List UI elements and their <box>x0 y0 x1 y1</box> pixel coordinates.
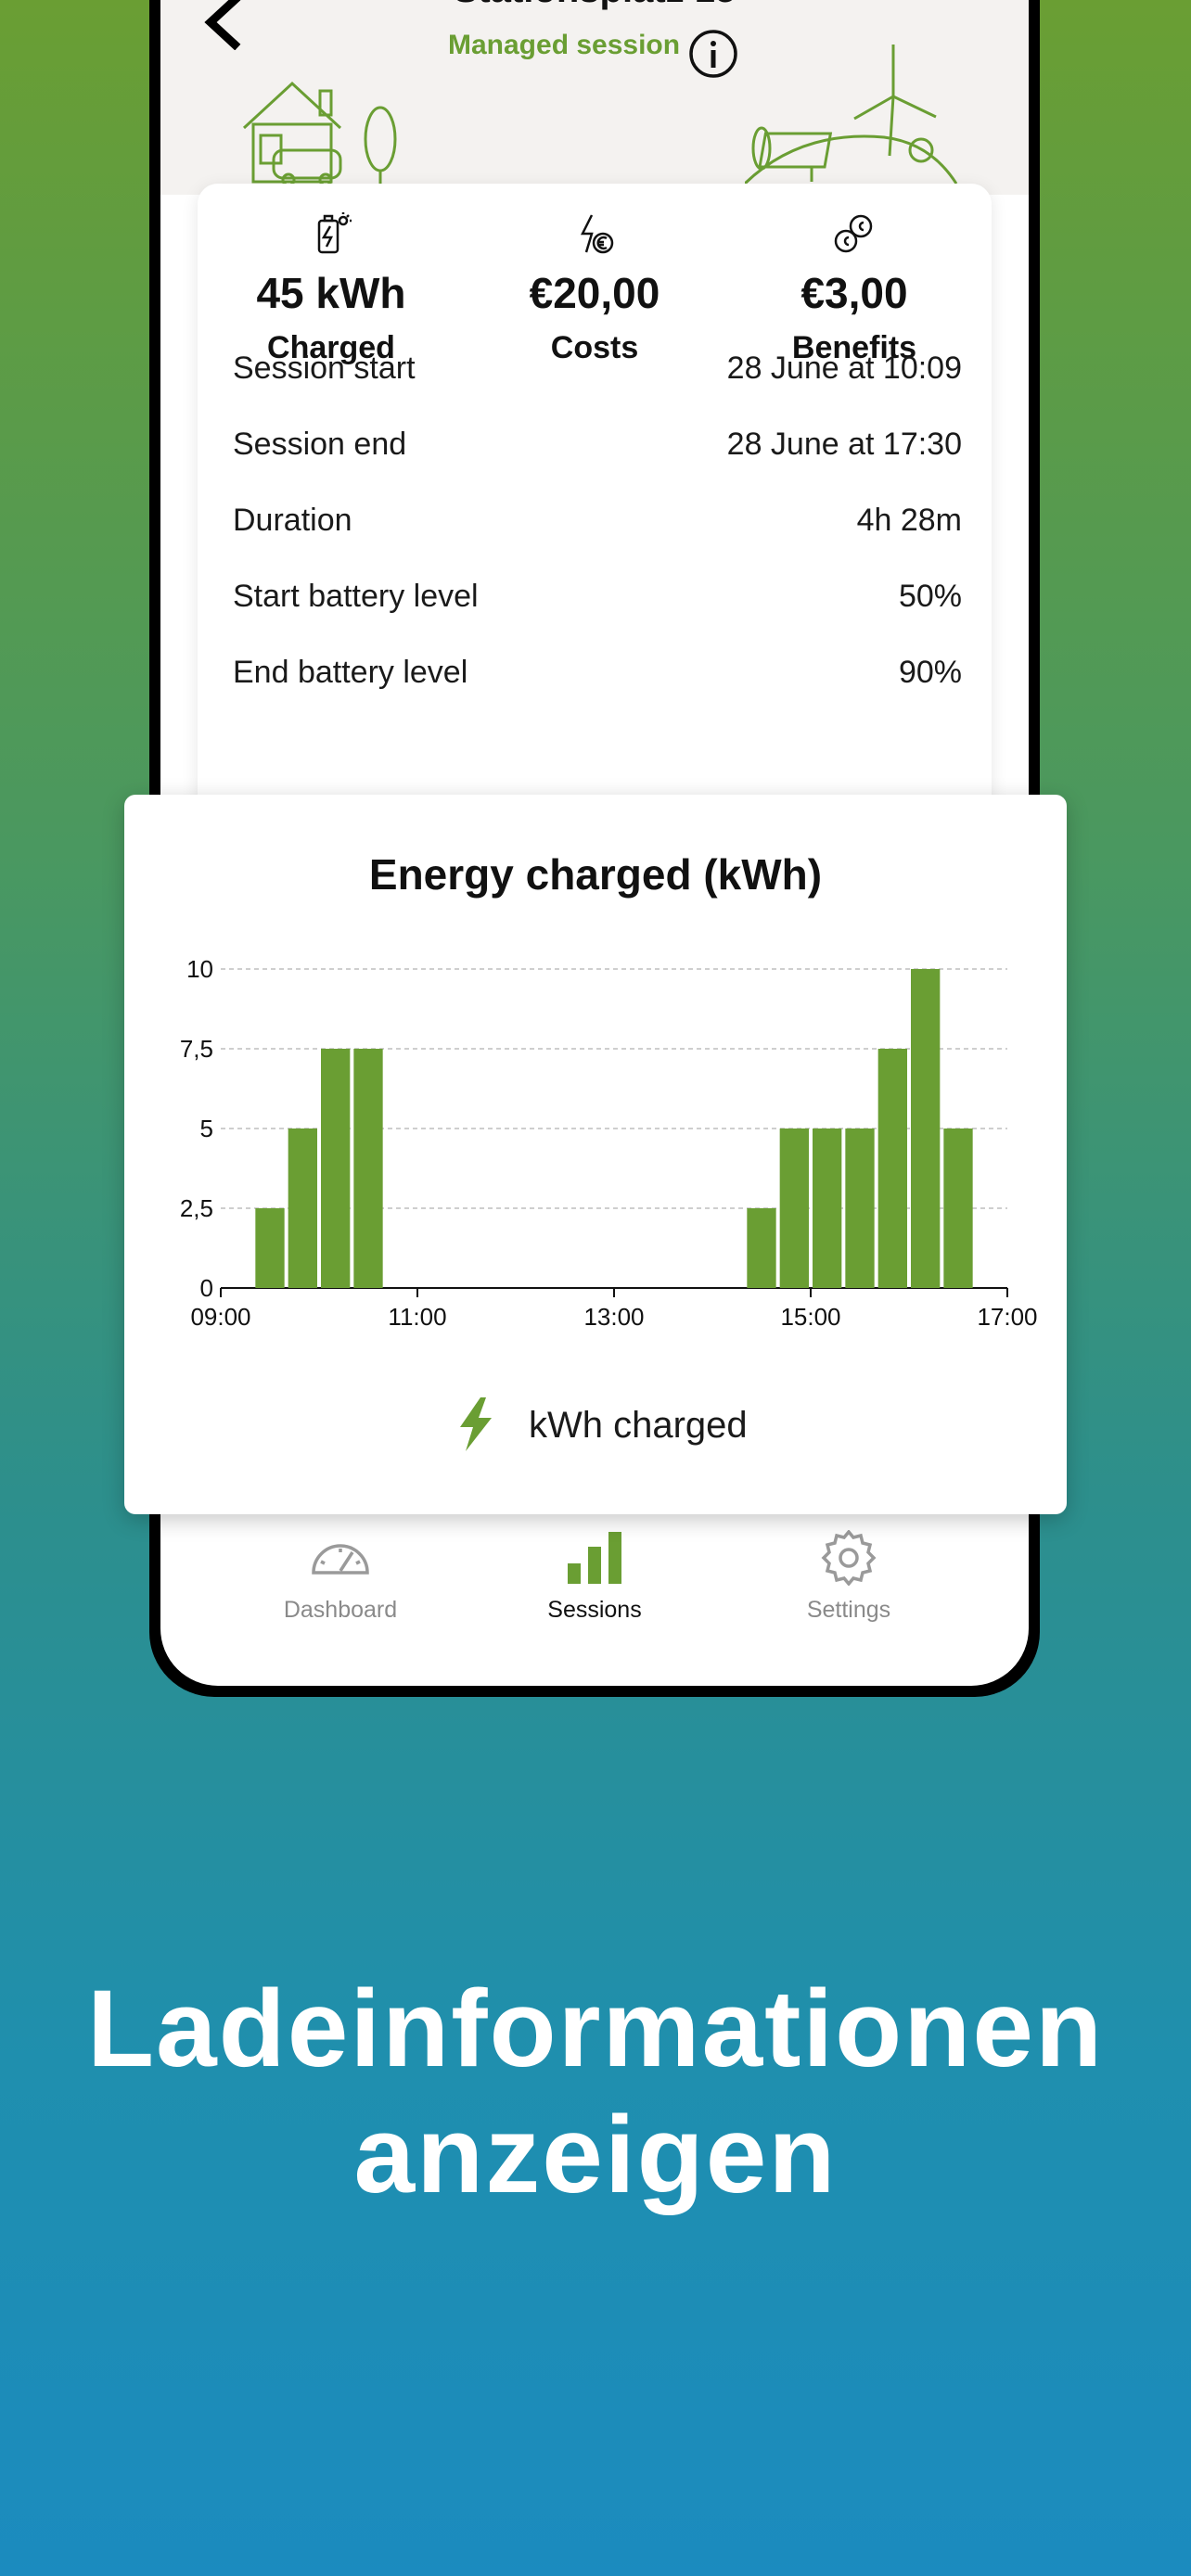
x-tick-label: 09:00 <box>190 1303 250 1331</box>
charged-value: 45 kWh <box>256 269 406 317</box>
detail-value: 28 June at 17:30 <box>726 427 962 462</box>
chart-bar <box>943 1129 973 1288</box>
chart-bar <box>321 1049 351 1288</box>
nav-settings-label: Settings <box>806 1597 891 1623</box>
detail-value: 28 June at 10:09 <box>726 351 962 386</box>
lightning-bolt-icon <box>460 1397 492 1451</box>
chart-bar <box>813 1129 842 1288</box>
y-tick-label: 7,5 <box>180 1035 213 1063</box>
x-tick-label: 17:00 <box>977 1303 1037 1331</box>
stat-costs: €20,00 Costs <box>474 211 715 367</box>
x-tick-label: 13:00 <box>583 1303 644 1331</box>
costs-value: €20,00 <box>529 269 660 317</box>
stat-charged: 45 kWh Charged <box>211 211 452 367</box>
bolt-euro-icon <box>580 214 614 254</box>
nav-dashboard-label: Dashboard <box>283 1597 398 1623</box>
page-title: Stationsplatz 15 <box>160 0 1029 13</box>
x-tick-label: 15:00 <box>780 1303 840 1331</box>
y-tick-label: 5 <box>200 1115 213 1142</box>
chart-bar <box>747 1208 776 1288</box>
coins-euro-icon <box>834 214 873 253</box>
bar-chart-icon <box>568 1532 621 1584</box>
chart-bar <box>779 1129 809 1288</box>
detail-label: Start battery level <box>233 579 479 614</box>
detail-row: End battery level 90% <box>233 655 962 701</box>
chart-bar <box>255 1208 285 1288</box>
chart-bar <box>911 969 941 1288</box>
detail-value: 90% <box>898 655 962 690</box>
detail-row: Session end 28 June at 17:30 <box>233 427 962 473</box>
detail-row: Duration 4h 28m <box>233 503 962 549</box>
managed-session-label: Managed session <box>448 30 681 60</box>
chart-bar <box>353 1049 383 1288</box>
house-car-illustration <box>242 81 397 185</box>
chart-bar <box>288 1129 317 1288</box>
chart-bar <box>845 1129 875 1288</box>
gear-icon <box>821 1530 877 1586</box>
detail-label: Session start <box>233 351 416 386</box>
detail-row: Start battery level 50% <box>233 579 962 625</box>
y-tick-label: 2,5 <box>180 1194 213 1222</box>
detail-value: 4h 28m <box>856 503 962 538</box>
detail-label: Session end <box>233 427 407 462</box>
detail-label: End battery level <box>233 655 468 690</box>
y-tick-label: 10 <box>186 955 213 983</box>
marketing-headline: Ladeinformationen anzeigen <box>0 1966 1191 2218</box>
detail-row: Session start 28 June at 10:09 <box>233 351 962 397</box>
nav-dashboard[interactable]: Dashboard <box>224 1530 456 1624</box>
battery-bolt-icon <box>317 212 352 254</box>
session-header: Stationsplatz 15 Managed session <box>160 0 1029 195</box>
info-icon[interactable] <box>687 28 739 80</box>
headline-line-1: Ladeinformationen <box>86 1968 1105 2090</box>
energy-chart-card: Energy charged (kWh) 0 2,5 5 7,5 10 09:00 11:0… <box>124 795 1067 1514</box>
nav-settings[interactable]: Settings <box>733 1530 965 1624</box>
y-tick-label: 0 <box>200 1274 213 1302</box>
nav-sessions-label: Sessions <box>547 1597 642 1623</box>
stat-benefits: €3,00 Benefits <box>734 211 975 367</box>
benefits-value: €3,00 <box>800 269 908 317</box>
detail-value: 50% <box>898 579 962 614</box>
speedometer-icon <box>312 1544 369 1575</box>
legend-label: kWh charged <box>529 1405 748 1446</box>
chart-bar <box>877 1049 907 1288</box>
wind-solar-illustration <box>745 45 958 185</box>
detail-label: Duration <box>233 503 352 538</box>
x-tick-label: 11:00 <box>388 1303 446 1331</box>
headline-line-2: anzeigen <box>353 2094 838 2216</box>
nav-sessions[interactable]: Sessions <box>479 1530 711 1624</box>
